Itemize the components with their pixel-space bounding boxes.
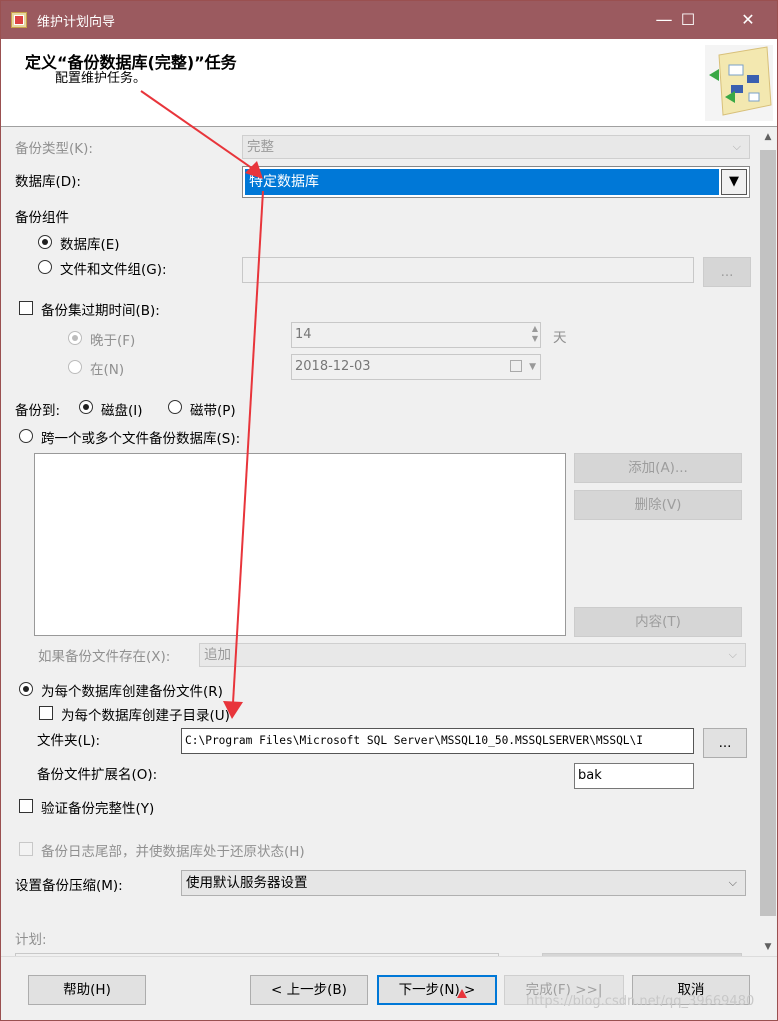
verify-checkbox[interactable] <box>19 799 33 813</box>
expiry-label: 备份集过期时间(B): <box>41 303 160 319</box>
database-component-label: 数据库(E) <box>60 237 120 253</box>
wizard-window: 维护计划向导 — ☐ ✕ 定义“备份数据库(完整)”任务 配置维护任务。 备份类… <box>0 0 778 1021</box>
days-unit-label: 天 <box>553 330 567 346</box>
expiry-checkbox[interactable] <box>19 301 33 315</box>
backup-files-list <box>34 453 566 636</box>
backup-type-select: 完整 ⌵ <box>242 135 750 159</box>
next-button[interactable]: 下一步(N) > <box>377 975 497 1005</box>
extension-input[interactable]: bak <box>574 763 694 789</box>
per-database-radio[interactable] <box>19 682 33 696</box>
files-component-label: 文件和文件组(G): <box>60 262 167 278</box>
vertical-scrollbar[interactable]: ▲ ▼ <box>759 128 777 956</box>
expire-on-label: 在(N) <box>90 362 125 378</box>
disk-label: 磁盘(I) <box>101 403 143 419</box>
extension-label: 备份文件扩展名(O): <box>37 767 158 783</box>
per-database-label: 为每个数据库创建备份文件(R) <box>41 684 223 700</box>
folder-label: 文件夹(L): <box>37 733 101 749</box>
close-button[interactable]: ✕ <box>725 1 771 39</box>
files-field <box>242 257 694 283</box>
chevron-down-icon: ⌵ <box>732 140 741 153</box>
add-file-button: 添加(A)... <box>574 453 742 483</box>
span-files-radio[interactable] <box>19 429 33 443</box>
app-icon <box>11 12 27 28</box>
tape-label: 磁带(P) <box>190 403 236 419</box>
if-exists-select: 追加 ⌵ <box>199 643 746 667</box>
expire-after-label: 晚于(F) <box>90 333 136 349</box>
expire-date-picker: 2018-12-03 ▼ <box>291 354 541 380</box>
database-label: 数据库(D): <box>15 174 81 190</box>
window-title: 维护计划向导 <box>37 15 116 30</box>
calendar-icon <box>510 360 522 372</box>
tail-log-checkbox <box>19 842 33 856</box>
page-subtitle: 配置维护任务。 <box>55 71 147 86</box>
compression-value: 使用默认服务器设置 <box>186 875 308 891</box>
chevron-down-icon: ▼ <box>529 362 536 372</box>
expire-days-stepper: 14 ▲ ▼ <box>291 322 541 348</box>
if-exists-value: 追加 <box>204 647 231 663</box>
wizard-header: 定义“备份数据库(完整)”任务 配置维护任务。 <box>1 39 777 127</box>
files-component-radio[interactable] <box>38 260 52 274</box>
backup-type-label: 备份类型(K): <box>15 141 93 157</box>
scroll-up-icon[interactable]: ▲ <box>759 128 777 146</box>
folder-input[interactable]: C:\Program Files\Microsoft SQL Server\MS… <box>181 728 694 754</box>
scroll-down-icon[interactable]: ▼ <box>759 938 777 956</box>
back-button[interactable]: < 上一步(B) <box>250 975 368 1005</box>
dropdown-arrow-icon[interactable]: ▼ <box>721 169 747 195</box>
database-value: 特定数据库 <box>245 169 719 195</box>
delete-file-button: 删除(V) <box>574 490 742 520</box>
help-button[interactable]: 帮助(H) <box>28 975 146 1005</box>
maximize-button[interactable]: ☐ <box>665 1 711 39</box>
tape-radio[interactable] <box>168 400 182 414</box>
if-exists-label: 如果备份文件存在(X): <box>38 649 171 665</box>
tail-log-label: 备份日志尾部，并使数据库处于还原状态(H) <box>41 844 305 860</box>
expire-days-value: 14 <box>295 327 312 342</box>
wizard-footer: 帮助(H) < 上一步(B) 下一步(N) > 完成(F) >>| 取消 <box>1 956 777 1020</box>
compression-label: 设置备份压缩(M): <box>15 878 123 894</box>
backup-type-value: 完整 <box>247 139 274 155</box>
folder-browse-button[interactable]: ... <box>703 728 747 758</box>
backup-component-label: 备份组件 <box>15 210 69 226</box>
expire-date-value: 2018-12-03 <box>295 359 371 374</box>
disk-radio[interactable] <box>79 400 93 414</box>
subdirectory-label: 为每个数据库创建子目录(U) <box>61 708 230 724</box>
scrollbar-thumb[interactable] <box>760 150 776 916</box>
chevron-down-icon: ⌵ <box>728 648 737 661</box>
watermark: https://blog.csdn.net/qq_39669480 <box>526 994 755 1009</box>
compression-select[interactable]: 使用默认服务器设置 ⌵ <box>181 870 746 896</box>
task-options-panel: 备份类型(K): 完整 ⌵ 数据库(D): 特定数据库 ▼ 备份组件 数据库(E… <box>1 128 759 956</box>
chevron-down-icon: ⌵ <box>728 876 737 889</box>
backup-to-label: 备份到: <box>15 403 61 419</box>
contents-button: 内容(T) <box>574 607 742 637</box>
files-browse-button: ... <box>703 257 751 287</box>
title-bar: 维护计划向导 — ☐ ✕ <box>1 1 777 39</box>
verify-label: 验证备份完整性(Y) <box>41 801 155 817</box>
schedule-label: 计划: <box>15 932 47 948</box>
subdirectory-checkbox[interactable] <box>39 706 53 720</box>
expire-on-radio <box>68 360 82 374</box>
database-component-radio[interactable] <box>38 235 52 249</box>
spinner-icon: ▲ ▼ <box>531 324 538 343</box>
expire-after-radio <box>68 331 82 345</box>
database-select[interactable]: 特定数据库 ▼ <box>242 166 750 198</box>
maintenance-plan-icon <box>705 45 773 121</box>
span-files-label: 跨一个或多个文件备份数据库(S): <box>41 431 241 447</box>
